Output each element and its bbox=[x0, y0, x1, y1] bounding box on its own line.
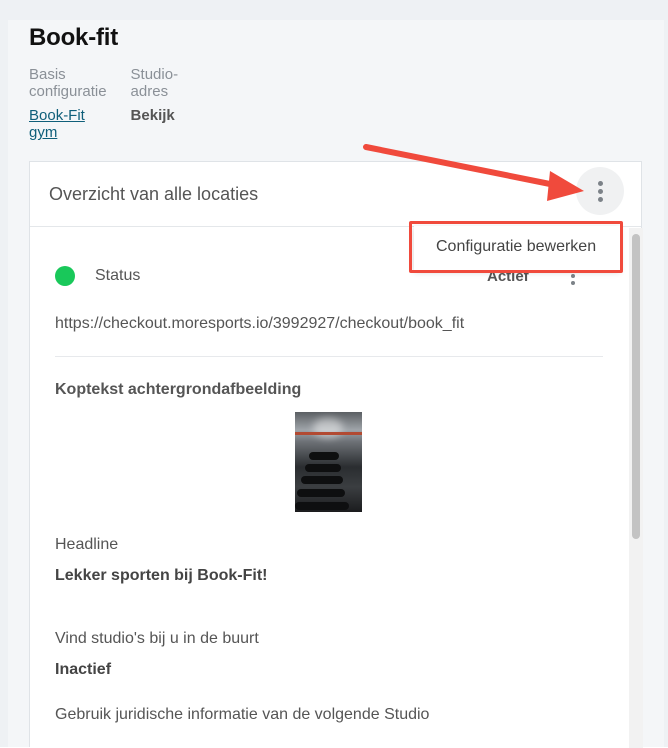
meta-info: Basis configuratie Book-Fit gym Studio-a… bbox=[29, 66, 202, 141]
page-title: Book-fit bbox=[29, 24, 119, 51]
studio-address-label: Studio-adres bbox=[130, 66, 179, 100]
divider bbox=[55, 356, 603, 357]
page-background-right bbox=[664, 0, 668, 747]
headline-label: Headline bbox=[55, 536, 119, 553]
card-title: Overzicht van alle locaties bbox=[49, 184, 259, 204]
studio-address-view[interactable]: Bekijk bbox=[131, 107, 179, 124]
header-image-title: Koptekst achtergrondafbeelding bbox=[55, 381, 302, 398]
card-options-button[interactable] bbox=[576, 167, 624, 215]
basis-config-link[interactable]: Book-Fit gym bbox=[29, 107, 107, 141]
headline-value: Lekker sporten bij Book-Fit! bbox=[55, 567, 268, 584]
header-background-image bbox=[295, 412, 362, 512]
checkout-url: https://checkout.moresports.io/3992927/c… bbox=[55, 315, 465, 332]
nearby-studios-value: Inactief bbox=[55, 661, 112, 678]
basis-config-label: Basis configuratie bbox=[29, 66, 107, 100]
scrollbar-thumb[interactable] bbox=[632, 234, 640, 539]
basis-config: Basis configuratie Book-Fit gym bbox=[29, 66, 107, 141]
page-background-left bbox=[0, 0, 8, 747]
status-indicator bbox=[55, 266, 75, 286]
page-background-top bbox=[0, 0, 668, 20]
status-label: Status bbox=[95, 267, 141, 284]
kebab-menu-icon bbox=[597, 180, 603, 202]
page-header: Book-fit Basis configuratie Book-Fit gym… bbox=[29, 24, 178, 141]
card-header: Overzicht van alle locaties bbox=[30, 162, 641, 227]
nearby-studios-label: Vind studio's bij u in de buurt bbox=[55, 630, 259, 647]
annotation-highlight-box bbox=[409, 221, 623, 273]
scrollbar[interactable] bbox=[629, 228, 643, 748]
studio-address: Studio-adres Bekijk bbox=[131, 66, 179, 141]
legal-info-label: Gebruik juridische informatie van de vol… bbox=[55, 706, 430, 723]
